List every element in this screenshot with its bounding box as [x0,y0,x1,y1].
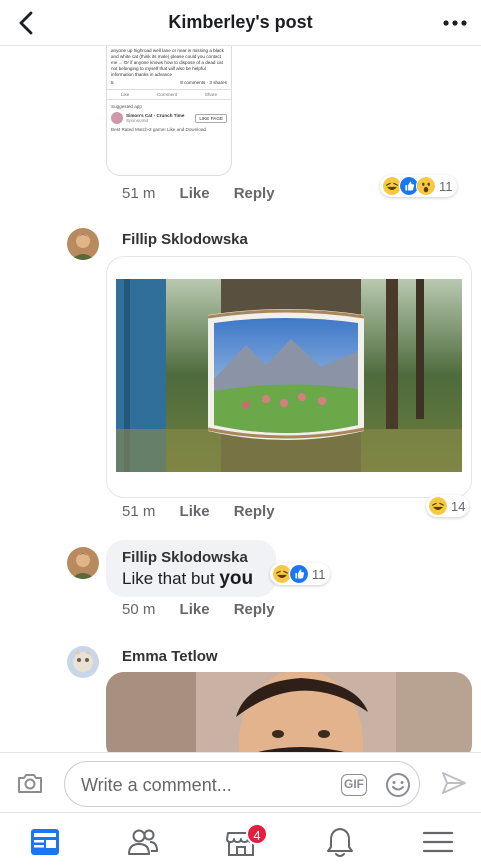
top-bar: Kimberley's post [0,0,481,46]
reply-link[interactable]: Reply [234,503,275,520]
comment-composer: Write a comment... GIF [0,752,481,812]
comment-bubble[interactable]: Fillip Sklodowska Like that but you [106,540,276,597]
notifications-icon[interactable] [323,825,357,859]
comment-text: Like that but you [122,568,253,590]
smiley-icon[interactable] [385,772,411,798]
friends-icon[interactable] [126,825,160,859]
laugh-reaction-icon [428,496,448,516]
like-page-button: LIKE PAGE [195,113,227,123]
avatar[interactable] [67,228,99,260]
shared-post-stats: 5 8 comments · 3 shares [107,80,231,86]
reaction-count: 14 [451,498,466,514]
fillip-avatar-image [67,228,99,260]
comment-time: 50 m [122,601,156,618]
app-sponsored: Sponsored [126,118,149,123]
comment-input[interactable]: Write a comment... GIF [64,761,420,807]
comment-image-card[interactable] [106,256,472,498]
more-horizontal-icon[interactable] [441,10,469,36]
comment-gif[interactable] [106,672,472,762]
send-icon[interactable] [440,769,468,797]
comment-text-bold: you [219,568,254,589]
emma-avatar-image [67,646,99,678]
comment-author[interactable]: Fillip Sklodowska [122,549,248,566]
reaction-count: 11 [439,178,453,194]
app-icon [111,112,123,124]
shared-post-text: anyone up highroad well lane or near is … [111,48,224,77]
like-link[interactable]: Like [180,601,210,618]
post-comments-screen: Kimberley's post anyone up highroad well… [0,0,481,865]
reply-link[interactable]: Reply [234,601,275,618]
reply-link[interactable]: Reply [234,185,275,202]
comment-author[interactable]: Emma Tetlow [122,648,218,665]
comment-1-reactions[interactable]: 11 [380,175,457,197]
menu-icon[interactable] [421,825,455,859]
sticker-on-tree-photo [116,279,462,472]
reaction-count: 11 [312,566,326,582]
app-description: Best Rated Match-3 game! Like and Downlo… [111,127,206,132]
news-feed-icon[interactable] [28,825,62,859]
comment-3-meta: 50 m Like Reply [122,601,295,618]
suggested-app-label: Suggested app [111,104,142,109]
camera-icon[interactable] [16,771,44,795]
page-title: Kimberley's post [168,12,313,32]
comment-text-plain: Like that but [122,569,215,588]
comment-time: 51 m [122,185,156,202]
shared-comment-label: Comment [157,92,178,97]
comment-time: 51 m [122,503,156,520]
shared-post-screenshot[interactable]: anyone up highroad well lane or near is … [106,46,232,176]
wow-reaction-icon [416,176,436,196]
gif-button[interactable]: GIF [341,774,367,796]
bottom-nav: 4 [0,812,481,865]
comment-2-reactions[interactable]: 14 [426,495,470,517]
comment-1-meta: 51 m Like Reply [122,185,295,202]
like-link[interactable]: Like [180,503,210,520]
like-reaction-icon [289,564,309,584]
comment-input-placeholder: Write a comment... [81,775,232,795]
app-title-block: Simon's Cat - Crunch Time Sponsored [126,113,195,123]
shared-post-comments-shares: 8 comments · 3 shares [180,80,227,85]
gif-preview-image [106,672,472,762]
shared-share-label: Share [204,92,218,97]
comment-author[interactable]: Fillip Sklodowska [122,231,248,248]
suggested-app-row: Simon's Cat - Crunch Time Sponsored LIKE… [107,110,231,126]
notification-badge: 4 [246,823,268,845]
fillip-avatar-image [67,547,99,579]
shared-like-label: Like [120,92,130,97]
shared-post-reaction-count: 5 [111,80,114,85]
comment-2-meta: 51 m Like Reply [122,503,295,520]
avatar[interactable] [67,646,99,678]
shared-post-actions: Like Comment Share [107,89,231,100]
avatar[interactable] [67,547,99,579]
like-link[interactable]: Like [180,185,210,202]
comment-3-reactions[interactable]: 11 [270,563,330,585]
